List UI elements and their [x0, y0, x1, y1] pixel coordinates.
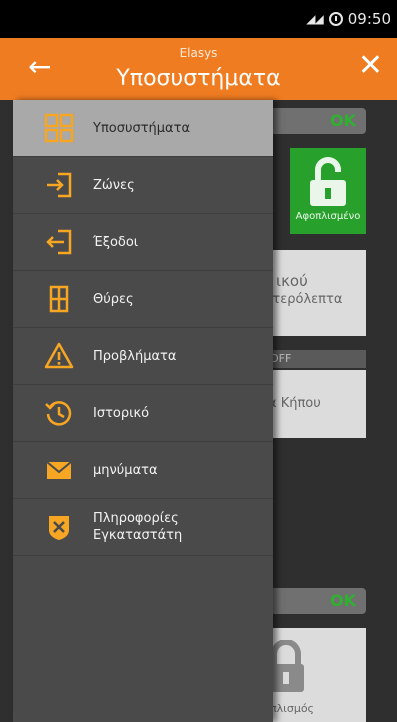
drawer-item-messages[interactable]: μηνύματα: [13, 442, 273, 499]
tile-2-label: α Κήπου: [268, 396, 321, 411]
drawer-item-problems[interactable]: Προβλήματα: [13, 328, 273, 385]
drawer-item-zones[interactable]: Ζώνες: [13, 157, 273, 214]
subsystem-tile-2[interactable]: α Κήπου: [262, 370, 366, 438]
drawer-item-label: Ζώνες: [93, 177, 135, 193]
drawer-item-label: Υποσυστήματα: [93, 120, 191, 136]
app-bar: ← Elasys Υποσυστήματα ✕: [0, 38, 397, 100]
drawer-item-label: Πληροφορίες Εγκαταστάτη: [93, 511, 183, 543]
drawer-item-label: μηνύματα: [93, 462, 158, 478]
tile-3-label: πλισμός: [270, 702, 315, 715]
enter-icon: [41, 167, 77, 203]
drawer-item-label: Θύρες: [93, 291, 134, 307]
drawer-item-outputs[interactable]: Έξοδοι: [13, 214, 273, 271]
history-icon: [41, 395, 77, 431]
drawer-item-label: Ιστορικό: [93, 405, 150, 421]
app-subtitle: Elasys: [179, 46, 218, 60]
off-label: OFF: [262, 350, 366, 368]
close-icon[interactable]: ✕: [358, 48, 383, 84]
signal-icon: ◢◢: [306, 12, 323, 26]
tile-1-line2: ιτερόλεπτα: [268, 292, 343, 307]
unlock-icon: [310, 157, 346, 206]
disarmed-tile[interactable]: Αφοπλισμένο: [290, 148, 366, 234]
drawer-item-installer-info[interactable]: Πληροφορίες Εγκαταστάτη: [13, 499, 273, 556]
page-title: Υποσυστήματα: [116, 66, 281, 91]
drawer-item-doors[interactable]: Θύρες: [13, 271, 273, 328]
disarmed-label: Αφοπλισμένο: [295, 211, 361, 222]
status-time: 09:50: [347, 10, 391, 28]
subsystem-tile-1[interactable]: ικού ιτερόλεπτα: [262, 250, 366, 336]
drawer-item-label: Έξοδοι: [93, 234, 139, 250]
drawer-item-subsystems[interactable]: Υποσυστήματα: [13, 100, 273, 157]
envelope-icon: [41, 452, 77, 488]
exit-icon: [41, 224, 77, 260]
drawer-item-label: Προβλήματα: [93, 348, 177, 364]
warning-icon: [41, 338, 77, 374]
status-ok-bottom: OK: [262, 588, 366, 614]
subsystem-tile-3[interactable]: πλισμός: [262, 628, 366, 722]
installer-badge-icon: [41, 509, 77, 545]
alarm-clock-icon: [328, 12, 343, 26]
status-ok-top: OK: [262, 108, 366, 134]
status-bar: ◢◢ 09:50: [0, 0, 397, 38]
grid-icon: [41, 110, 77, 146]
tile-1-line1: ικού: [276, 272, 308, 290]
door-icon: [41, 281, 77, 317]
navigation-drawer: Υποσυστήματα Ζώνες Έξοδοι Θύρες Προβλήμα…: [13, 100, 273, 722]
drawer-item-history[interactable]: Ιστορικό: [13, 385, 273, 442]
